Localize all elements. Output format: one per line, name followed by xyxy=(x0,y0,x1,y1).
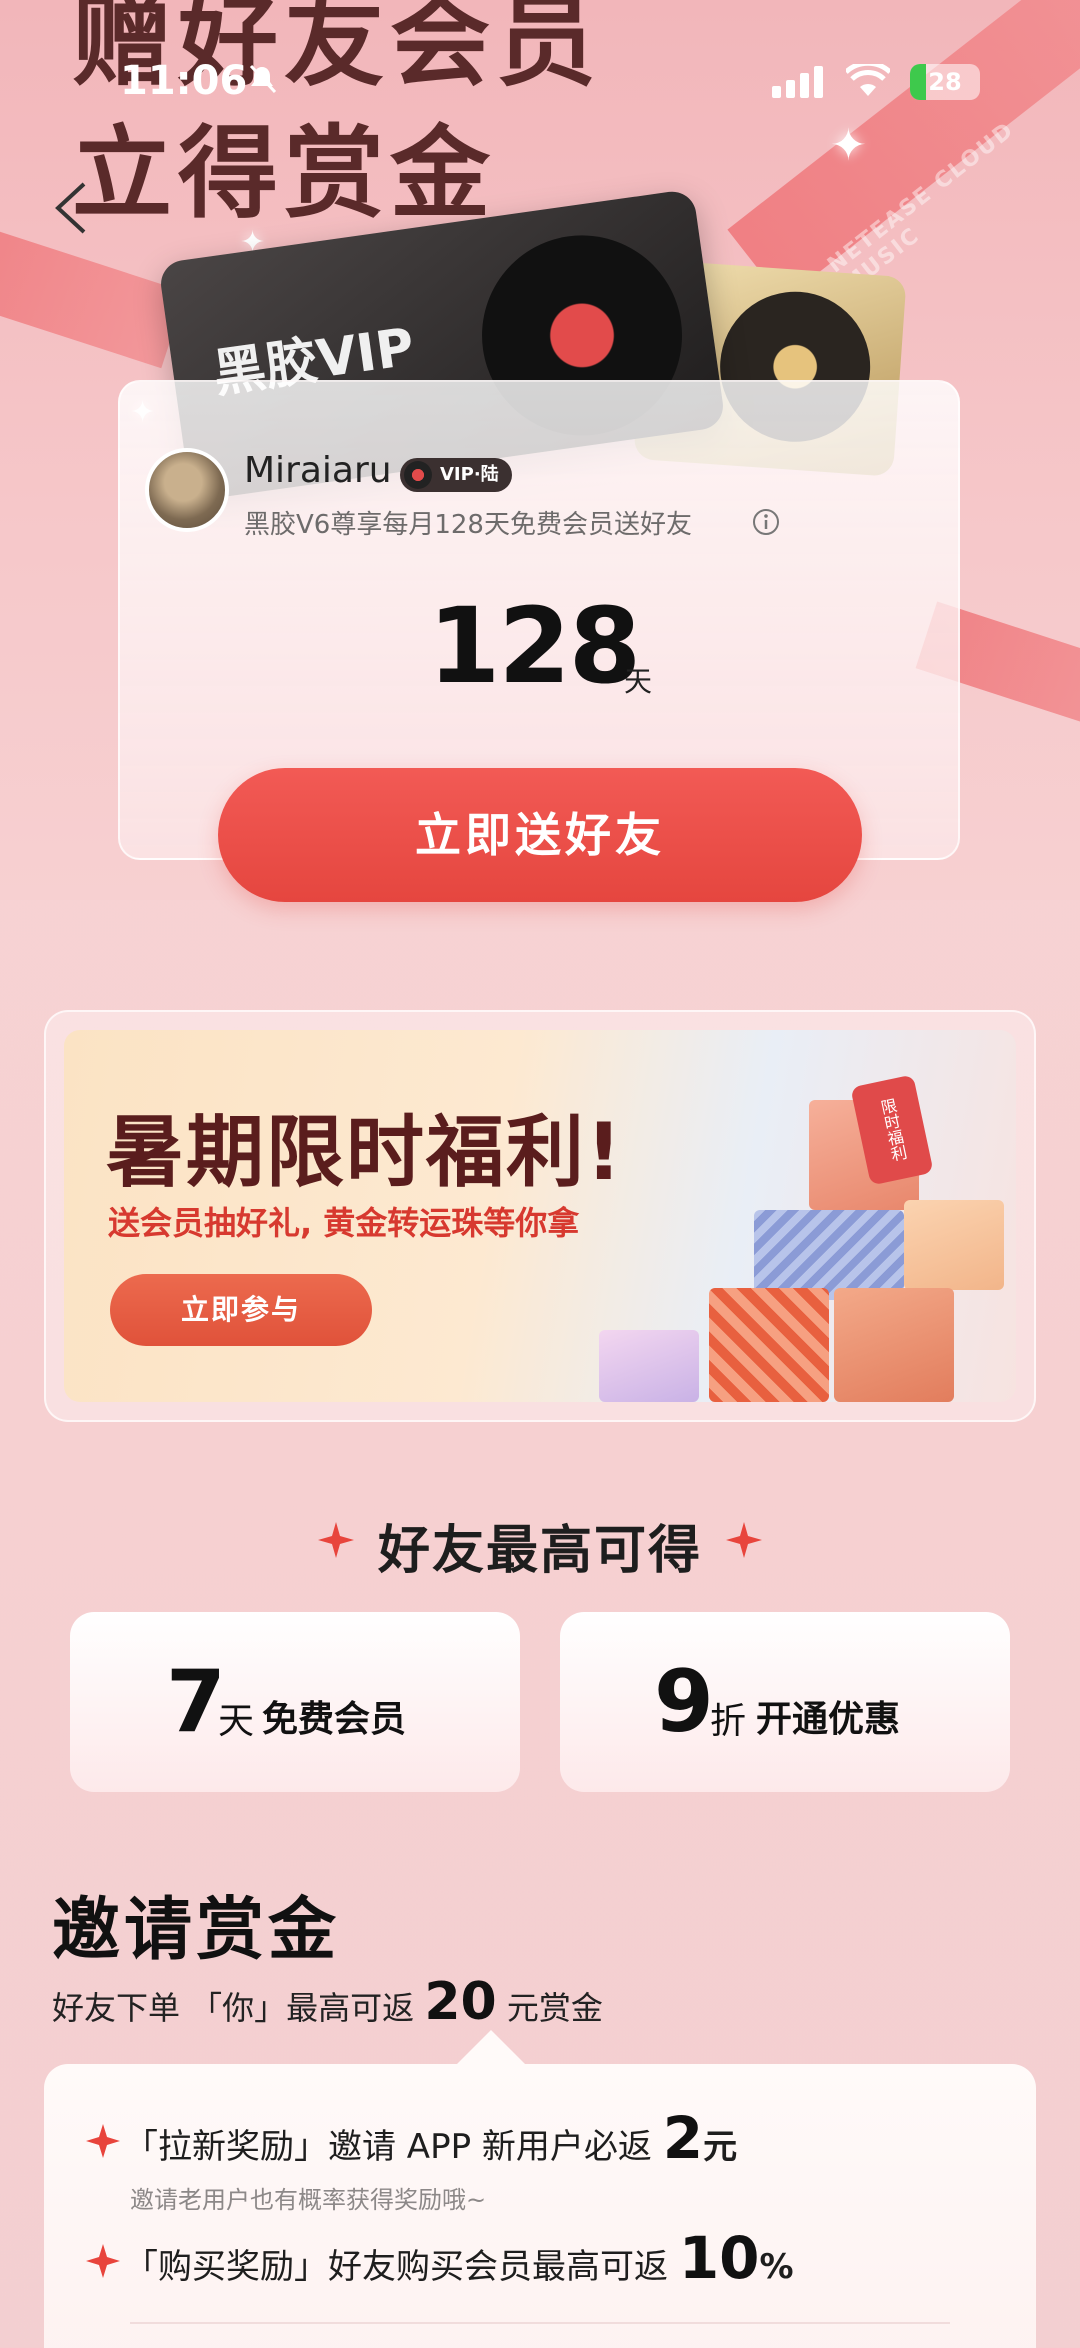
join-now-button[interactable]: 立即参与 xyxy=(110,1274,372,1346)
vip-description: 黑胶V6尊享每月128天免费会员送好友 xyxy=(244,510,692,540)
username: Miraiaru xyxy=(244,450,392,491)
back-arrow-icon[interactable] xyxy=(50,178,94,238)
friends-benefit-title: 好友最高可得 xyxy=(377,1521,702,1581)
benefit-number: 7 xyxy=(166,1652,226,1752)
sparkle-icon: ✦ xyxy=(830,120,867,171)
gift-box-icon xyxy=(754,1210,904,1300)
star-icon xyxy=(86,2244,120,2278)
vinyl-badge-icon xyxy=(404,461,432,489)
invite-bounty-subtitle: 好友下单 「你」最高可返 20 元赏金 xyxy=(52,1972,603,2032)
wifi-icon xyxy=(846,64,890,96)
invite-bounty-title: 邀请赏金 xyxy=(52,1891,341,1970)
star-icon xyxy=(86,2124,120,2158)
send-to-friend-button[interactable]: 立即送好友 xyxy=(218,768,862,902)
status-time: 11:06 xyxy=(120,58,248,104)
status-bar: 11:06 28 xyxy=(0,58,1080,118)
hero-banner: NETEASE CLOUD MUSIC 赠好友会员 立得赏金 ✦ ✦ ✦ 黑胶V… xyxy=(0,0,1080,900)
summer-promo-banner[interactable]: 暑期限时福利! 送会员抽好礼, 黄金转运珠等你拿 立即参与 限时福利 xyxy=(64,1030,1016,1402)
gift-box-icon xyxy=(599,1330,699,1402)
benefit-label: 免费会员 xyxy=(262,1699,407,1740)
promo-title: 暑期限时福利! xyxy=(106,1108,624,1198)
promo-subtitle: 送会员抽好礼, 黄金转运珠等你拿 xyxy=(108,1204,580,1242)
avatar xyxy=(145,448,229,532)
rule-new-user-reward: 「拉新奖励」邀请 APP 新用户必返 2元 xyxy=(124,2104,738,2172)
free-days-value: 128 xyxy=(428,585,641,707)
benefit-card-free-membership: 7 天 免费会员 xyxy=(70,1612,520,1792)
gift-box-icon xyxy=(709,1288,829,1402)
vip-badge: VIP·陆 xyxy=(400,458,512,492)
bell-muted-icon xyxy=(249,64,277,94)
rule-new-user-note: 邀请老用户也有概率获得奖励哦~ xyxy=(130,2186,487,2214)
rules-card-notch xyxy=(455,2030,527,2066)
divider xyxy=(130,2322,950,2324)
benefit-number: 9 xyxy=(654,1652,714,1752)
benefit-unit: 折 xyxy=(710,1701,747,1742)
star-icon xyxy=(726,1522,762,1558)
benefit-label: 开通优惠 xyxy=(756,1699,901,1740)
free-days-unit: 天 xyxy=(624,665,653,698)
info-icon[interactable] xyxy=(752,508,780,536)
benefit-card-discount: 9 折 开通优惠 xyxy=(560,1612,1010,1792)
signal-icon xyxy=(772,66,823,98)
gift-box-icon xyxy=(904,1200,1004,1290)
gift-box-icon xyxy=(834,1288,954,1402)
rule-purchase-reward: 「购买奖励」好友购买会员最高可返 10% xyxy=(124,2224,794,2292)
benefit-unit: 天 xyxy=(218,1701,255,1742)
battery-indicator: 28 xyxy=(910,64,980,100)
